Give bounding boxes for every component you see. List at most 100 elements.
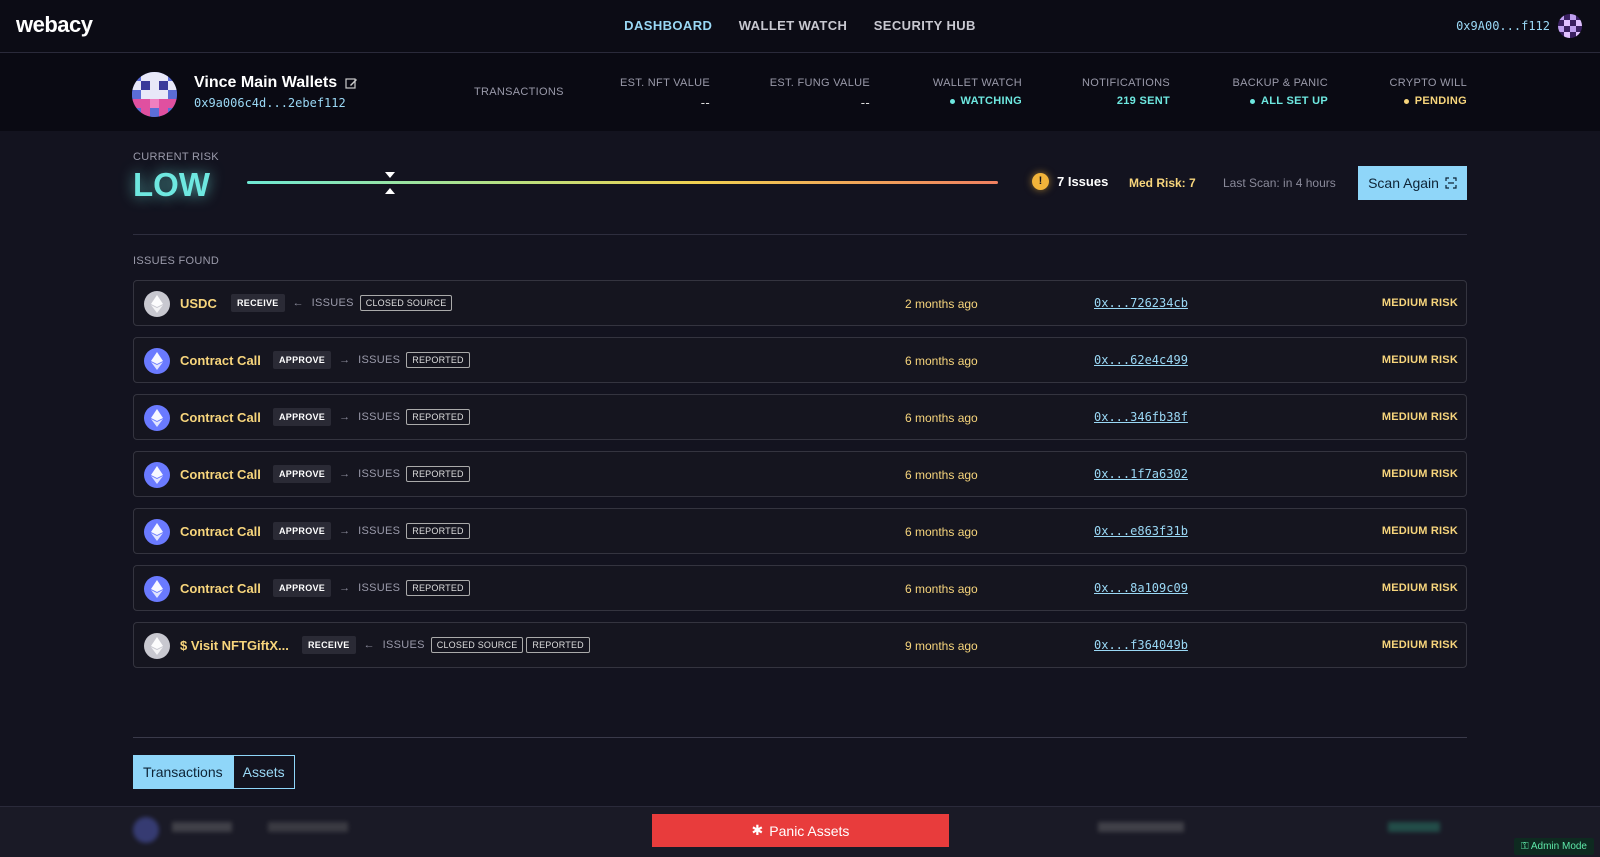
tab-transactions[interactable]: Transactions [133, 755, 233, 789]
issue-row[interactable]: USDC RECEIVE ← ISSUES CLOSED SOURCE 2 months … [133, 280, 1467, 326]
issues-label: ISSUES [358, 582, 401, 594]
risk-level-badge: MEDIUM RISK [1381, 411, 1458, 423]
blurred-row-content [1388, 822, 1440, 832]
issue-row[interactable]: Contract Call APPROVE → ISSUES REPORTED 6 mon… [133, 451, 1467, 497]
wallet-name: Vince Main Wallets [194, 74, 338, 91]
account-menu[interactable]: 0x9A00...f112 [1456, 14, 1582, 38]
issue-tags: RECEIVE ← ISSUES CLOSED SOURCE [231, 294, 453, 312]
issue-tags: APPROVE → ISSUES REPORTED [273, 522, 470, 540]
nav-security-hub[interactable]: SECURITY HUB [874, 18, 976, 33]
issues-label: ISSUES [382, 639, 425, 651]
issue-tags: APPROVE → ISSUES REPORTED [273, 351, 470, 369]
divider [133, 737, 1467, 738]
issue-time: 2 months ago [905, 297, 978, 311]
stat-label: BACKUP & PANIC [1232, 77, 1328, 89]
tx-hash-link[interactable]: 0x...346fb38f [1094, 410, 1188, 424]
risk-level-marker-icon [384, 172, 395, 194]
arrow-right-icon: → [339, 468, 351, 480]
stat-wallet-watch[interactable]: WALLET WATCH WATCHING [933, 77, 1022, 107]
action-badge: APPROVE [273, 522, 332, 540]
ethereum-icon [144, 633, 170, 659]
arrow-left-icon: ← [363, 639, 375, 651]
issue-tags: RECEIVE ← ISSUES CLOSED SOURCE REPORTED [302, 636, 590, 654]
scan-again-button[interactable]: Scan Again [1358, 166, 1467, 200]
token-name: Contract Call [180, 581, 261, 596]
last-scan-text: Last Scan: in 4 hours [1223, 176, 1336, 190]
issue-type-tag: CLOSED SOURCE [430, 637, 524, 653]
tx-hash-link[interactable]: 0x...726234cb [1094, 296, 1188, 310]
admin-mode-label: Admin Mode [1530, 841, 1587, 852]
ethereum-icon [144, 576, 170, 602]
panic-assets-button[interactable]: ✱ Panic Assets [652, 814, 949, 847]
issue-tags: APPROVE → ISSUES REPORTED [273, 465, 470, 483]
med-risk-count: Med Risk: 7 [1129, 176, 1196, 190]
token-name: Contract Call [180, 524, 261, 539]
tab-assets[interactable]: Assets [232, 755, 295, 789]
risk-level-badge: MEDIUM RISK [1381, 468, 1458, 480]
issue-row[interactable]: Contract Call APPROVE → ISSUES REPORTED 6 mon… [133, 565, 1467, 611]
ethereum-icon [144, 405, 170, 431]
stat-nft-value: EST. NFT VALUE -- [620, 77, 710, 110]
scan-icon [1445, 177, 1457, 189]
blurred-row-content [1098, 822, 1184, 832]
issue-time: 9 months ago [905, 639, 978, 653]
action-badge: APPROVE [273, 579, 332, 597]
token-name: USDC [180, 296, 217, 311]
action-badge: APPROVE [273, 465, 332, 483]
divider [133, 234, 1467, 235]
issue-row[interactable]: $ Visit NFTGiftX... RECEIVE ← ISSUES CLOSED … [133, 622, 1467, 668]
action-badge: RECEIVE [302, 636, 356, 654]
stat-value: PENDING [1414, 95, 1467, 107]
warning-icon: ! [1032, 173, 1049, 190]
tx-hash-link[interactable]: 0x...f364049b [1094, 638, 1188, 652]
edit-icon[interactable] [345, 77, 358, 90]
token-name: Contract Call [180, 353, 261, 368]
issue-type-tag: REPORTED [406, 523, 470, 539]
arrow-right-icon: → [339, 525, 351, 537]
nav-dashboard[interactable]: DASHBOARD [624, 18, 712, 33]
action-badge: APPROVE [273, 351, 332, 369]
wallet-address[interactable]: 0x9a006c4d...2ebef112 [194, 96, 346, 110]
ethereum-icon [144, 462, 170, 488]
stat-transactions: TRANSACTIONS [474, 86, 564, 98]
issue-row[interactable]: Contract Call APPROVE → ISSUES REPORTED 6 mon… [133, 394, 1467, 440]
issue-row[interactable]: Contract Call APPROVE → ISSUES REPORTED 6 mon… [133, 337, 1467, 383]
admin-mode-badge[interactable]: ⚿ Admin Mode [1514, 838, 1594, 855]
risk-level-badge: MEDIUM RISK [1381, 582, 1458, 594]
tx-hash-link[interactable]: 0x...e863f31b [1094, 524, 1188, 538]
wallet-name-row: Vince Main Wallets [194, 74, 358, 92]
token-name: Contract Call [180, 410, 261, 425]
stat-crypto-will[interactable]: CRYPTO WILL PENDING [1390, 77, 1467, 107]
nav-wallet-watch[interactable]: WALLET WATCH [739, 18, 848, 33]
action-badge: RECEIVE [231, 294, 285, 312]
stat-backup-panic[interactable]: BACKUP & PANIC ALL SET UP [1233, 77, 1329, 107]
ethereum-icon [144, 348, 170, 374]
issues-label: ISSUES [358, 468, 401, 480]
issue-type-tag: REPORTED [406, 466, 470, 482]
issue-time: 6 months ago [905, 354, 978, 368]
view-tabs: Transactions Assets [133, 755, 295, 789]
tx-hash-link[interactable]: 0x...1f7a6302 [1094, 467, 1188, 481]
stat-notifications[interactable]: NOTIFICATIONS 219 SENT [1082, 77, 1170, 107]
blurred-row-content [172, 822, 232, 832]
issue-time: 6 months ago [905, 468, 978, 482]
asterisk-icon: ✱ [751, 822, 764, 838]
risk-level-badge: MEDIUM RISK [1381, 297, 1458, 309]
issue-time: 6 months ago [905, 411, 978, 425]
tx-hash-link[interactable]: 0x...8a109c09 [1094, 581, 1188, 595]
token-name: $ Visit NFTGiftX... [180, 638, 289, 653]
issue-time: 6 months ago [905, 582, 978, 596]
tx-hash-link[interactable]: 0x...62e4c499 [1094, 353, 1188, 367]
stat-label: EST. FUNG VALUE [769, 77, 870, 89]
blurred-row-content [268, 822, 348, 832]
status-dot-icon [949, 98, 955, 104]
issues-found-label: ISSUES FOUND [133, 255, 220, 267]
current-risk-value: LOW [133, 166, 210, 203]
wallet-avatar-icon [132, 72, 177, 117]
stat-label: TRANSACTIONS [474, 86, 564, 98]
token-name: Contract Call [180, 467, 261, 482]
issue-row[interactable]: Contract Call APPROVE → ISSUES REPORTED 6 mon… [133, 508, 1467, 554]
issue-type-tag: REPORTED [406, 409, 470, 425]
issue-type-tag: CLOSED SOURCE [359, 295, 453, 311]
ethereum-icon [144, 519, 170, 545]
